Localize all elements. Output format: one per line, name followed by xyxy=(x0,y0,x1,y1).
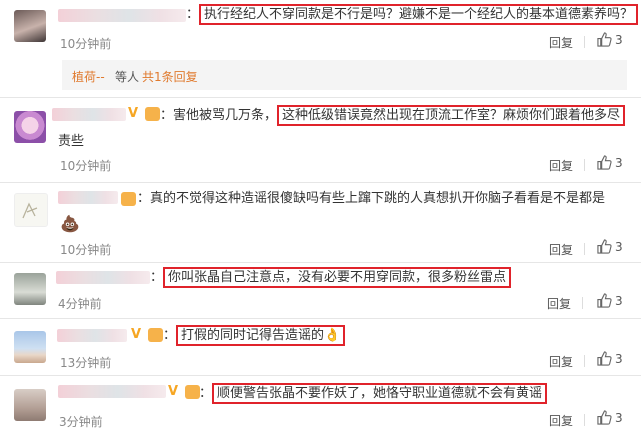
comment-text: ：真的不觉得这种造谣很傻缺吗有些上蹿下跳的人真想扒开你脑子看看是不是都是 xyxy=(137,191,606,206)
username-blurred[interactable] xyxy=(58,385,166,398)
highlighted-text: 这种低级错误竟然出现在顶流工作室？麻烦你们跟着他多尽 xyxy=(277,105,626,126)
thumbs-up-icon xyxy=(597,239,612,254)
thumbs-up-icon xyxy=(597,155,612,170)
highlighted-text: 顺便警告张晶不要作妖了，她恪守职业道德就不会有黄谣 xyxy=(212,383,548,404)
like-button[interactable]: 3 xyxy=(597,293,623,308)
comment-text: ：害他被骂几万条， 这种低级错误竟然出现在顶流工作室？麻烦你们跟着他多尽 xyxy=(160,105,626,126)
reply-button[interactable]: 回复 xyxy=(549,353,573,370)
thumbs-up-icon xyxy=(597,351,612,366)
comment-time: 3分钟前 xyxy=(59,415,103,429)
subreply-count-link[interactable]: 共1条回复 xyxy=(142,68,198,85)
username-blurred[interactable] xyxy=(52,108,126,121)
sketch-avatar-icon xyxy=(22,202,38,219)
subreply-summary[interactable]: 植荷-- 等人 共1条回复 xyxy=(62,60,627,90)
subreply-name[interactable]: 植荷-- xyxy=(72,68,105,85)
username-blurred[interactable] xyxy=(56,271,150,284)
comment-item-3: ：真的不觉得这种造谣很傻缺吗有些上蹿下跳的人真想扒开你脑子看看是不是都是 💩 1… xyxy=(0,183,641,261)
comment-text-pre: 真的不觉得这种造谣很傻缺吗有些上蹿下跳的人真想扒开你脑子看看是不是都是 xyxy=(150,191,606,206)
action-divider xyxy=(584,414,585,426)
comment-text: ：打假的同时记得告造谣的👌 xyxy=(163,325,346,346)
like-count: 3 xyxy=(615,411,623,425)
comment-text: ：执行经纪人不穿同款是不行是吗？避嫌不是一个经纪人的基本道德素养吗？ xyxy=(186,4,639,25)
comment-item-2: V ：害他被骂几万条， 这种低级错误竟然出现在顶流工作室？麻烦你们跟着他多尽 责些… xyxy=(0,98,641,178)
like-button[interactable]: 3 xyxy=(597,410,623,425)
avatar[interactable] xyxy=(14,10,46,42)
level-badge-icon xyxy=(148,328,163,342)
like-button[interactable]: 3 xyxy=(597,351,623,366)
comment-time: 4分钟前 xyxy=(58,297,102,311)
comment-text: ：顺便警告张晶不要作妖了，她恪守职业道德就不会有黄谣 xyxy=(199,383,548,404)
vip-v-icon: V xyxy=(131,327,142,342)
comment-time: 13分钟前 xyxy=(60,356,112,370)
reply-button[interactable]: 回复 xyxy=(549,241,573,258)
highlighted-text: 执行经纪人不穿同款是不行是吗？避嫌不是一个经纪人的基本道德素养吗？ xyxy=(199,4,639,25)
comment-text: ：你叫张晶自己注意点，没有必要不用穿同款，很多粉丝雷点 xyxy=(150,267,512,288)
comment-item-6: V ：顺便警告张晶不要作妖了，她恪守职业道德就不会有黄谣 3分钟前 回复 3 xyxy=(0,376,641,435)
highlighted-text-content: 打假的同时记得告造谣的 xyxy=(181,328,325,343)
reply-button[interactable]: 回复 xyxy=(549,157,573,174)
subreply-suffix: 等人 xyxy=(115,70,140,84)
vip-v-icon: V xyxy=(128,106,139,121)
highlighted-text: 你叫张晶自己注意点，没有必要不用穿同款，很多粉丝雷点 xyxy=(163,267,512,288)
comment-time: 10分钟前 xyxy=(60,37,112,51)
like-button[interactable]: 3 xyxy=(597,32,623,47)
highlighted-text: 打假的同时记得告造谣的👌 xyxy=(176,325,346,346)
comment-text-pre: 害他被骂几万条， xyxy=(173,108,278,123)
username-blurred[interactable] xyxy=(58,191,118,204)
level-badge-icon xyxy=(145,107,160,121)
username-blurred[interactable] xyxy=(58,9,186,22)
action-divider xyxy=(584,36,585,48)
avatar[interactable] xyxy=(14,389,46,421)
like-count: 3 xyxy=(615,240,623,254)
action-divider xyxy=(584,243,585,255)
comment-item-4: ：你叫张晶自己注意点，没有必要不用穿同款，很多粉丝雷点 4分钟前 回复 3 xyxy=(0,263,641,317)
thumbs-up-icon xyxy=(597,32,612,47)
reply-button[interactable]: 回复 xyxy=(549,34,573,51)
thumbs-up-icon xyxy=(597,410,612,425)
level-badge-icon xyxy=(121,192,136,206)
vip-v-icon: V xyxy=(168,384,179,399)
action-divider xyxy=(584,159,585,171)
avatar[interactable] xyxy=(14,331,46,363)
comment-item-1: ：执行经纪人不穿同款是不行是吗？避嫌不是一个经纪人的基本道德素养吗？ 10分钟前… xyxy=(0,0,641,60)
comment-time: 10分钟前 xyxy=(60,243,112,257)
like-count: 3 xyxy=(615,156,623,170)
avatar[interactable] xyxy=(14,273,46,305)
like-count: 3 xyxy=(615,294,623,308)
action-divider xyxy=(584,355,585,367)
comment-time: 10分钟前 xyxy=(60,159,112,173)
reply-button[interactable]: 回复 xyxy=(547,295,571,312)
username-blurred[interactable] xyxy=(57,329,127,342)
comment-item-5: V ：打假的同时记得告造谣的👌 13分钟前 回复 3 xyxy=(0,319,641,374)
action-divider xyxy=(582,297,583,309)
poop-emoji: 💩 xyxy=(60,214,80,233)
thumbs-up-icon xyxy=(597,293,612,308)
level-badge-icon xyxy=(185,385,200,399)
like-count: 3 xyxy=(615,33,623,47)
ok-hand-emoji: 👌 xyxy=(324,328,341,343)
avatar[interactable] xyxy=(14,111,46,143)
like-button[interactable]: 3 xyxy=(597,155,623,170)
like-count: 3 xyxy=(615,352,623,366)
reply-button[interactable]: 回复 xyxy=(549,412,573,429)
comment-text-continued: 责些 xyxy=(58,134,85,149)
like-button[interactable]: 3 xyxy=(597,239,623,254)
avatar[interactable] xyxy=(14,193,48,227)
